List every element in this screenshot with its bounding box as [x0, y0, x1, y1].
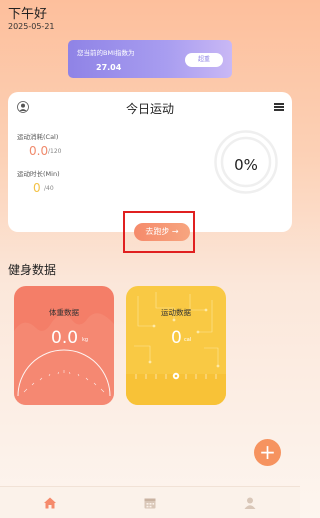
bmi-label: 您当前的BMI指数为 [77, 49, 135, 57]
calorie-label: 运动消耗(Cal) [17, 133, 59, 141]
highlight-box [123, 211, 195, 253]
date-text: 2025-05-21 [8, 22, 55, 31]
duration-value: 0 [33, 181, 41, 195]
add-button[interactable]: + [254, 439, 281, 466]
person-icon[interactable] [243, 496, 257, 510]
progress-percent: 0% [234, 156, 258, 174]
weight-value: 0.0 [51, 328, 79, 348]
sport-unit: cal [184, 337, 192, 343]
today-sport-title: 今日运动 [125, 102, 174, 116]
menu-icon[interactable] [274, 103, 284, 111]
duration-label: 运动时长(Min) [17, 170, 60, 178]
bottom-tab-bar [0, 486, 300, 518]
weight-unit: kg [82, 337, 89, 343]
weight-card-title: 体重数据 [49, 308, 79, 317]
calendar-icon[interactable] [143, 496, 157, 510]
weight-data-card[interactable]: 体重数据 0.0 kg [14, 286, 114, 405]
calorie-goal: /120 [48, 148, 62, 155]
bmi-card: 您当前的BMI指数为 27.04 超重 [68, 40, 232, 78]
calorie-value: 0.0 [29, 144, 49, 158]
section-title: 健身数据 [8, 263, 57, 277]
sport-data-card[interactable]: 运动数据 0 cal [126, 286, 226, 405]
sport-value: 0 [171, 328, 182, 348]
bmi-value: 27.04 [96, 63, 122, 72]
greeting-text: 下午好 [8, 7, 48, 22]
bmi-status-button[interactable]: 超重 [185, 53, 223, 67]
sport-card-title: 运动数据 [161, 308, 191, 317]
duration-goal: /40 [44, 185, 54, 192]
home-icon[interactable] [43, 496, 57, 510]
